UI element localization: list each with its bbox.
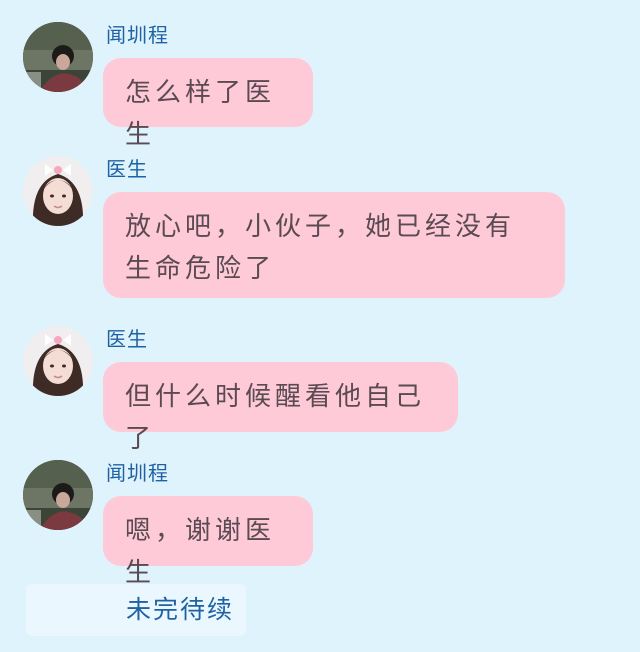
sender-name: 医生 <box>106 157 148 181</box>
female-avatar[interactable] <box>23 156 93 226</box>
footer-box: 未完待续 <box>26 584 246 636</box>
sender-name: 医生 <box>106 327 148 351</box>
sender-name: 闻圳程 <box>106 23 169 47</box>
message-bubble[interactable]: 怎么样了医生 <box>103 58 313 150</box>
message-bubble[interactable]: 但什么时候醒看他自己了 <box>103 362 458 454</box>
male-avatar[interactable] <box>23 22 93 92</box>
male-avatar[interactable] <box>23 460 93 530</box>
message-bubble[interactable]: 嗯，谢谢医生 <box>103 496 313 588</box>
sender-name: 闻圳程 <box>106 461 169 485</box>
to-be-continued-label: 未完待续 <box>126 595 235 624</box>
female-avatar[interactable] <box>23 326 93 396</box>
message-bubble[interactable]: 放心吧，小伙子，她已经没有生命危险了 <box>103 192 565 298</box>
